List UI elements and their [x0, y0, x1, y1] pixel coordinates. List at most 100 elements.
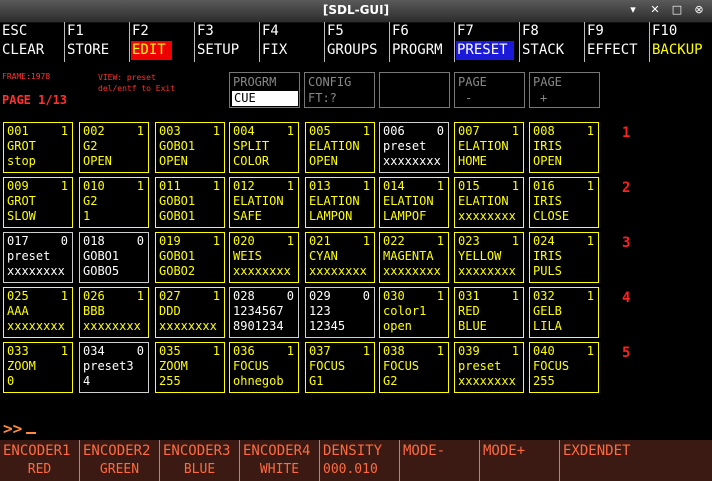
preset-cell[interactable]: 022 1 MAGENTA xxxxxxxx — [379, 232, 449, 283]
preset-cell[interactable]: 020 1 WEIS xxxxxxxx — [229, 232, 299, 283]
preset-cell[interactable]: 014 1 ELATION LAMPOF — [379, 177, 449, 228]
preset-cell[interactable]: 035 1 ZOOM 255 — [155, 342, 225, 393]
fkey-label: BACKUP — [652, 42, 703, 58]
preset-cell[interactable]: 011 1 GOBO1 GOBO1 — [155, 177, 225, 228]
progrm-input[interactable]: CUE — [232, 91, 298, 106]
encoder-exdendet[interactable]: EXDENDET — [560, 440, 712, 481]
config-box[interactable]: CONFIG FT:? — [304, 72, 375, 108]
encoder-mode[interactable]: MODE+ — [480, 440, 560, 481]
fkey-label: PROGRM — [392, 42, 443, 58]
cell-flag: 1 — [362, 124, 370, 138]
fkey-label: STORE — [67, 42, 110, 58]
empty-box[interactable] — [379, 72, 450, 108]
preset-cell[interactable]: 001 1 GROT stop — [3, 122, 73, 173]
cell-header: 010 1 — [83, 179, 148, 194]
frame-counter: FRAME:1978 — [2, 72, 51, 81]
preset-cell[interactable]: 015 1 ELATION xxxxxxxx — [454, 177, 524, 228]
preset-cell[interactable]: 027 1 DDD xxxxxxxx — [155, 287, 225, 338]
row-number: 3 — [622, 235, 631, 251]
preset-cell[interactable]: 004 1 SPLIT COLOR — [229, 122, 299, 173]
preset-cell[interactable]: 031 1 RED BLUE — [454, 287, 524, 338]
menu-arrow-icon[interactable]: ▾ — [626, 3, 640, 17]
cell-number: 030 — [383, 289, 405, 303]
fkey-code: F1 — [67, 23, 84, 39]
fkey-f1[interactable]: F1 STORE — [64, 22, 129, 62]
fkey-f4[interactable]: F4 FIX — [259, 22, 324, 62]
encoder-encoder3[interactable]: ENCODER3 BLUE — [160, 440, 240, 481]
encoder-encoder2[interactable]: ENCODER2 GREEN — [80, 440, 160, 481]
fkey-f7[interactable]: F7 PRESET — [454, 22, 519, 62]
preset-cell[interactable]: 010 1 G2 1 — [79, 177, 149, 228]
cell-number: 031 — [458, 289, 480, 303]
cell-line2: BLUE — [458, 319, 487, 333]
cell-header: 035 1 — [159, 344, 224, 359]
preset-cell[interactable]: 029 0 123 12345 — [305, 287, 375, 338]
cell-number: 014 — [383, 179, 405, 193]
fkey-code: ESC — [2, 23, 28, 39]
encoder-label: EXDENDET — [563, 443, 631, 459]
page-plus-button[interactable]: PAGE + — [529, 72, 600, 108]
preset-cell[interactable]: 040 1 FOCUS 255 — [529, 342, 599, 393]
cell-line1: ZOOM — [7, 359, 36, 373]
cell-flag: 1 — [286, 344, 294, 358]
preset-cell[interactable]: 021 1 CYAN xxxxxxxx — [305, 232, 375, 283]
command-prompt: >> — [3, 419, 23, 438]
cell-header: 006 0 — [383, 124, 448, 139]
cell-flag: 0 — [60, 234, 68, 248]
preset-cell[interactable]: 039 1 preset xxxxxxxx — [454, 342, 524, 393]
fkey-f10[interactable]: F10 BACKUP — [649, 22, 712, 62]
preset-cell[interactable]: 038 1 FOCUS G2 — [379, 342, 449, 393]
encoder-encoder4[interactable]: ENCODER4 WHITE — [240, 440, 320, 481]
preset-cell[interactable]: 019 1 GOBO1 GOBO2 — [155, 232, 225, 283]
preset-cell[interactable]: 017 0 preset xxxxxxxx — [3, 232, 73, 283]
command-line[interactable]: >> — [3, 419, 37, 438]
cell-flag: 0 — [136, 344, 144, 358]
preset-cell[interactable]: 009 1 GROT SLOW — [3, 177, 73, 228]
preset-cell[interactable]: 030 1 color1 open — [379, 287, 449, 338]
cell-line2: xxxxxxxx — [458, 264, 516, 278]
encoder-density[interactable]: DENSITY 000.010 — [320, 440, 400, 481]
cell-line1: GOBO1 — [159, 249, 196, 263]
view-label: VIEW: preset — [98, 73, 156, 82]
preset-cell[interactable]: 025 1 AAA xxxxxxxx — [3, 287, 73, 338]
preset-cell[interactable]: 008 1 IRIS OPEN — [529, 122, 599, 173]
cell-line2: 0 — [7, 374, 15, 388]
preset-cell[interactable]: 036 1 FOCUS ohnegob — [229, 342, 299, 393]
close-pin-icon[interactable]: ✕ — [648, 3, 662, 17]
cell-header: 016 1 — [533, 179, 598, 194]
preset-cell[interactable]: 034 0 preset3 4 — [79, 342, 149, 393]
page-minus-button[interactable]: PAGE - — [454, 72, 525, 108]
encoder-encoder1[interactable]: ENCODER1 RED — [0, 440, 80, 481]
preset-cell[interactable]: 016 1 IRIS CLOSE — [529, 177, 599, 228]
preset-cell[interactable]: 007 1 ELATION HOME — [454, 122, 524, 173]
fkey-f9[interactable]: F9 EFFECT — [584, 22, 649, 62]
preset-cell[interactable]: 005 1 ELATION OPEN — [305, 122, 375, 173]
fkey-code: F2 — [132, 23, 149, 39]
preset-cell[interactable]: 028 0 1234567 8901234 — [229, 287, 299, 338]
maximize-icon[interactable]: □ — [670, 3, 684, 17]
encoder-label: DENSITY — [323, 443, 383, 459]
fkey-esc[interactable]: ESC CLEAR — [0, 22, 64, 62]
preset-cell[interactable]: 032 1 GELB LILA — [529, 287, 599, 338]
fkey-f5[interactable]: F5 GROUPS — [324, 22, 389, 62]
fkey-f3[interactable]: F3 SETUP — [194, 22, 259, 62]
preset-cell[interactable]: 026 1 BBB xxxxxxxx — [79, 287, 149, 338]
preset-cell[interactable]: 018 0 GOBO1 GOBO5 — [79, 232, 149, 283]
cell-number: 002 — [83, 124, 105, 138]
preset-cell[interactable]: 013 1 ELATION LAMPON — [305, 177, 375, 228]
fkey-f8[interactable]: F8 STACK — [519, 22, 584, 62]
fkey-f2[interactable]: F2 EDIT — [129, 22, 194, 62]
preset-cell[interactable]: 037 1 FOCUS G1 — [305, 342, 375, 393]
fkey-f6[interactable]: F6 PROGRM — [389, 22, 454, 62]
preset-cell[interactable]: 024 1 IRIS PULS — [529, 232, 599, 283]
progrm-box[interactable]: PROGRM CUE — [229, 72, 300, 108]
close-icon[interactable]: ⊗ — [692, 3, 706, 17]
preset-cell[interactable]: 012 1 ELATION SAFE — [229, 177, 299, 228]
preset-cell[interactable]: 002 1 G2 OPEN — [79, 122, 149, 173]
cell-number: 037 — [309, 344, 331, 358]
encoder-mode[interactable]: MODE- — [400, 440, 480, 481]
preset-cell[interactable]: 003 1 GOBO1 OPEN — [155, 122, 225, 173]
preset-cell[interactable]: 033 1 ZOOM 0 — [3, 342, 73, 393]
preset-cell[interactable]: 023 1 YELLOW xxxxxxxx — [454, 232, 524, 283]
preset-cell[interactable]: 006 0 preset xxxxxxxx — [379, 122, 449, 173]
